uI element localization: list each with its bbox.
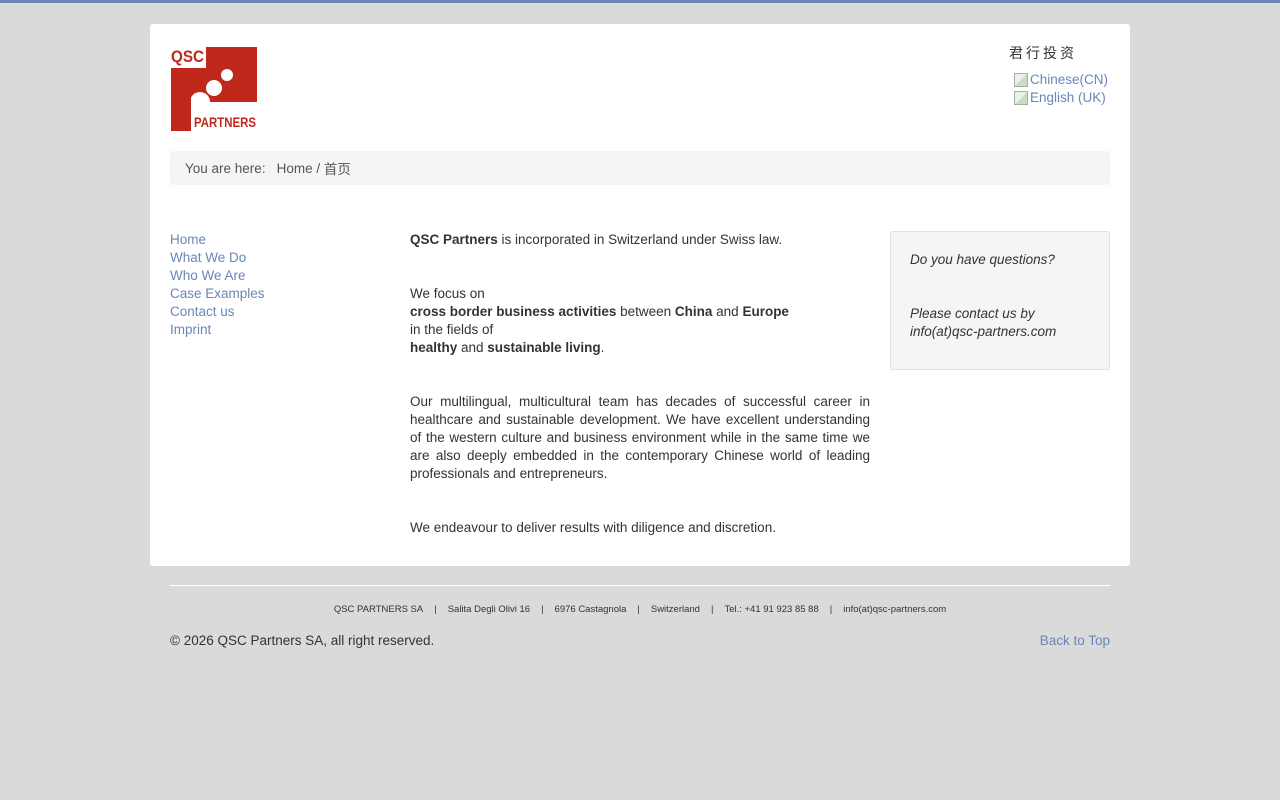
page-container: QSC PARTNERS 君行投资 Chinese(CN) English (U… xyxy=(150,24,1130,566)
contact-box: Do you have questions? Please contact us… xyxy=(890,231,1110,370)
footer-email: info(at)qsc-partners.com xyxy=(843,604,947,615)
nav-item-what-we-do[interactable]: What We Do xyxy=(170,250,246,265)
qsc-partners-logo[interactable]: QSC PARTNERS xyxy=(170,46,258,132)
main-content: QSC Partners is incorporated in Switzerl… xyxy=(410,231,870,573)
breadcrumb-separator: / xyxy=(312,160,324,176)
chinese-tagline: 君行投资 xyxy=(1009,45,1077,61)
footer-street: Salita Degli Olivi 16 xyxy=(447,604,531,615)
focus-between: between xyxy=(616,304,675,319)
contact-question: Do you have questions? xyxy=(910,252,1055,267)
focus-paragraph: We focus on cross border business activi… xyxy=(410,285,870,357)
nav-item-who-we-are[interactable]: Who We Are xyxy=(170,268,246,283)
focus-bold-healthy: healthy xyxy=(410,340,458,355)
logo-text-bottom: PARTNERS xyxy=(194,114,256,130)
closing-paragraph: We endeavour to deliver results with dil… xyxy=(410,520,776,535)
copyright-text: © 2026 QSC Partners SA, all right reserv… xyxy=(170,633,435,648)
footer-divider xyxy=(170,585,1110,586)
footer-separator: | xyxy=(637,604,640,615)
footer-separator: | xyxy=(710,604,714,615)
broken-image-icon xyxy=(1014,90,1028,105)
language-link-chinese[interactable]: Chinese(CN) xyxy=(1014,72,1108,87)
top-accent-bar xyxy=(0,0,1280,3)
footer-city: 6976 Castagnola xyxy=(554,604,627,615)
language-label: Chinese(CN) xyxy=(1030,72,1109,87)
footer-company: QSC PARTNERS SA xyxy=(333,604,424,615)
focus-line-1: We focus on xyxy=(410,286,485,301)
focus-period: . xyxy=(600,340,605,355)
focus-bold-sustainable: sustainable living xyxy=(487,340,601,355)
focus-bold-activities: cross border business activities xyxy=(410,304,617,319)
footer-separator: | xyxy=(829,604,833,615)
breadcrumb-label: You are here: xyxy=(185,160,266,176)
footer-phone: Tel.: +41 91 923 85 88 xyxy=(724,604,819,615)
footer-country: Switzerland xyxy=(650,604,700,615)
contact-line: Please contact us by xyxy=(910,306,1035,321)
breadcrumb: You are here: Home / 首页 xyxy=(170,151,1110,185)
back-to-top-link[interactable]: Back to Top xyxy=(1040,633,1110,648)
focus-and-2: and xyxy=(457,340,488,355)
nav-item-case-examples[interactable]: Case Examples xyxy=(170,286,265,301)
nav-item-contact-us[interactable]: Contact us xyxy=(170,304,235,319)
team-paragraph: Our multilingual, multicultural team has… xyxy=(410,394,870,481)
focus-and: and xyxy=(712,304,743,319)
nav-item-imprint[interactable]: Imprint xyxy=(170,322,211,337)
intro-text: is incorporated in Switzerland under Swi… xyxy=(497,232,783,247)
focus-bold-china: China xyxy=(674,304,713,319)
contact-email: info(at)qsc-partners.com xyxy=(910,324,1057,339)
footer-address: QSC PARTNERS SA | Salita Degli Olivi 16 | 69… xyxy=(170,604,1110,615)
intro-paragraph: QSC Partners is incorporated in Switzerl… xyxy=(410,231,870,249)
language-link-english[interactable]: English (UK) xyxy=(1014,90,1106,105)
breadcrumb-current: 首页 xyxy=(323,162,351,177)
breadcrumb-home[interactable]: Home xyxy=(277,161,313,176)
company-name: QSC Partners xyxy=(410,232,498,247)
footer-separator: | xyxy=(434,604,437,615)
focus-line-3: in the fields of xyxy=(410,322,494,337)
language-label: English (UK) xyxy=(1030,90,1106,105)
focus-bold-europe: Europe xyxy=(742,304,789,319)
sidebar-nav: Home What We Do Who We Are Case Examples… xyxy=(170,231,265,339)
footer-separator: | xyxy=(541,604,544,615)
broken-image-icon xyxy=(1014,72,1028,87)
nav-item-home[interactable]: Home xyxy=(170,232,206,247)
logo-text-top: QSC xyxy=(171,47,204,66)
